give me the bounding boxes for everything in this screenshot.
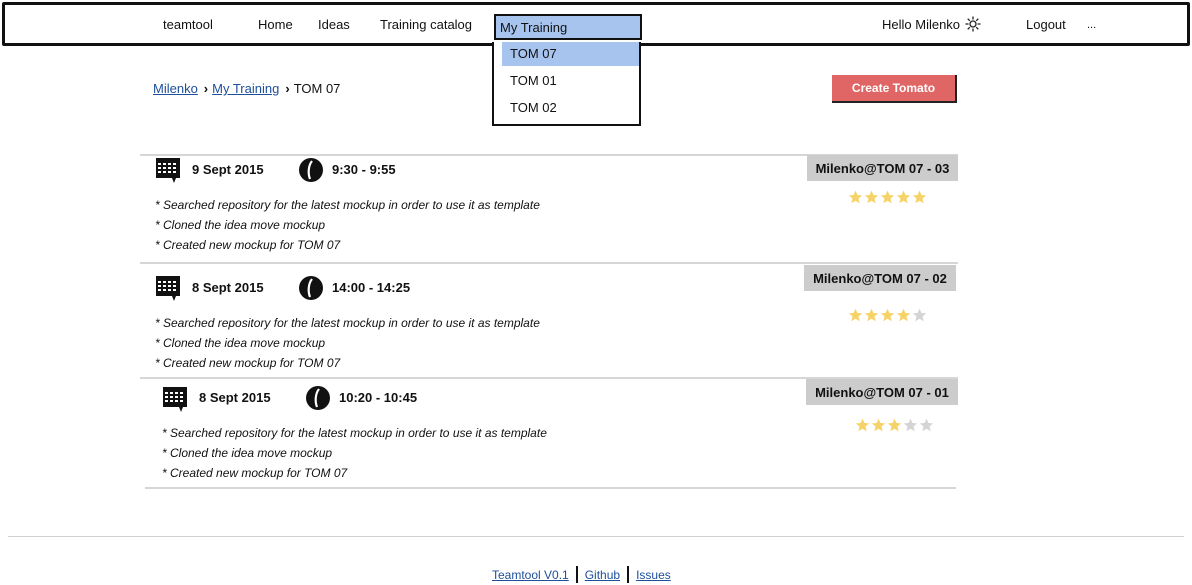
calendar-icon [156, 276, 180, 301]
footer-divider [8, 536, 1184, 537]
breadcrumb: Milenko › My Training › TOM 07 [153, 81, 340, 96]
separator [575, 566, 578, 583]
session-note: * Created new mockup for TOM 07 [155, 238, 341, 252]
session-note: * Searched repository for the latest moc… [155, 198, 540, 212]
divider [145, 487, 956, 489]
user-greeting: Hello Milenko [882, 17, 961, 32]
session-note: * Searched repository for the latest moc… [162, 426, 547, 440]
star-filled-icon[interactable] [848, 190, 863, 204]
session-note: * Created new mockup for TOM 07 [162, 466, 348, 480]
chevron-right-icon: › [285, 81, 290, 96]
star-filled-icon[interactable] [880, 190, 895, 204]
session-time: 10:20 - 10:45 [339, 390, 418, 405]
session-tag: Milenko@TOM 07 - 02 [804, 265, 956, 291]
session-date: 8 Sept 2015 [199, 390, 271, 405]
star-filled-icon[interactable] [864, 308, 879, 322]
logout-link[interactable]: Logout [1026, 17, 1066, 32]
star-filled-icon[interactable] [896, 190, 911, 204]
create-tomato-button[interactable]: Create Tomato [832, 75, 957, 103]
star-filled-icon[interactable] [887, 418, 902, 432]
star-empty-icon[interactable] [903, 418, 918, 432]
star-empty-icon[interactable] [919, 418, 934, 432]
chevron-right-icon: › [203, 81, 209, 96]
star-filled-icon[interactable] [880, 308, 895, 322]
my-training-dropdown: TOM 07 TOM 01 TOM 02 [492, 42, 641, 126]
clock-icon [306, 386, 330, 410]
star-filled-icon[interactable] [855, 418, 870, 432]
session-date: 8 Sept 2015 [192, 280, 264, 295]
star-filled-icon[interactable] [864, 190, 879, 204]
session-time: 14:00 - 14:25 [332, 280, 411, 295]
star-filled-icon[interactable] [848, 308, 863, 322]
footer-links: Teamtool V0.1 Github Issues [492, 566, 671, 583]
clock-icon [299, 158, 323, 182]
footer-version-link[interactable]: Teamtool V0.1 [492, 568, 569, 582]
footer-github-link[interactable]: Github [585, 568, 620, 582]
calendar-icon [156, 158, 180, 183]
dropdown-item-tom-01[interactable]: TOM 01 [502, 69, 639, 93]
breadcrumb-current: TOM 07 [293, 81, 341, 96]
session-tag: Milenko@TOM 07 - 03 [807, 155, 958, 181]
session-note: * Created new mockup for TOM 07 [155, 356, 341, 370]
separator [627, 566, 630, 583]
breadcrumb-my-training[interactable]: My Training [212, 81, 279, 96]
clock-icon [299, 276, 323, 300]
gear-icon[interactable] [964, 15, 982, 33]
session-note: * Cloned the idea move mockup [155, 218, 326, 232]
dropdown-item-tom-07[interactable]: TOM 07 [502, 42, 639, 66]
session-note: * Cloned the idea move mockup [162, 446, 333, 460]
star-empty-icon[interactable] [912, 308, 927, 322]
nav-my-training[interactable]: My Training [494, 14, 642, 40]
footer-issues-link[interactable]: Issues [636, 568, 671, 582]
breadcrumb-user[interactable]: Milenko [153, 81, 198, 96]
rating-stars[interactable] [848, 308, 927, 322]
star-filled-icon[interactable] [912, 190, 927, 204]
star-filled-icon[interactable] [871, 418, 886, 432]
rating-stars[interactable] [855, 418, 934, 432]
session-note: * Cloned the idea move mockup [155, 336, 326, 350]
rating-stars[interactable] [848, 190, 927, 204]
brand-link[interactable]: teamtool [163, 17, 213, 32]
calendar-icon [163, 387, 187, 412]
nav-training-catalog[interactable]: Training catalog [380, 17, 472, 32]
nav-home[interactable]: Home [258, 17, 293, 32]
session-note: * Searched repository for the latest moc… [155, 316, 540, 330]
star-filled-icon[interactable] [896, 308, 911, 322]
dropdown-item-tom-02[interactable]: TOM 02 [502, 96, 639, 120]
session-date: 9 Sept 2015 [192, 162, 264, 177]
top-navbar: teamtool Home Ideas Training catalog My … [2, 2, 1190, 46]
more-menu[interactable]: ... [1087, 19, 1096, 31]
divider [140, 262, 958, 264]
nav-ideas[interactable]: Ideas [318, 17, 350, 32]
session-time: 9:30 - 9:55 [332, 162, 396, 177]
session-tag: Milenko@TOM 07 - 01 [806, 379, 958, 405]
